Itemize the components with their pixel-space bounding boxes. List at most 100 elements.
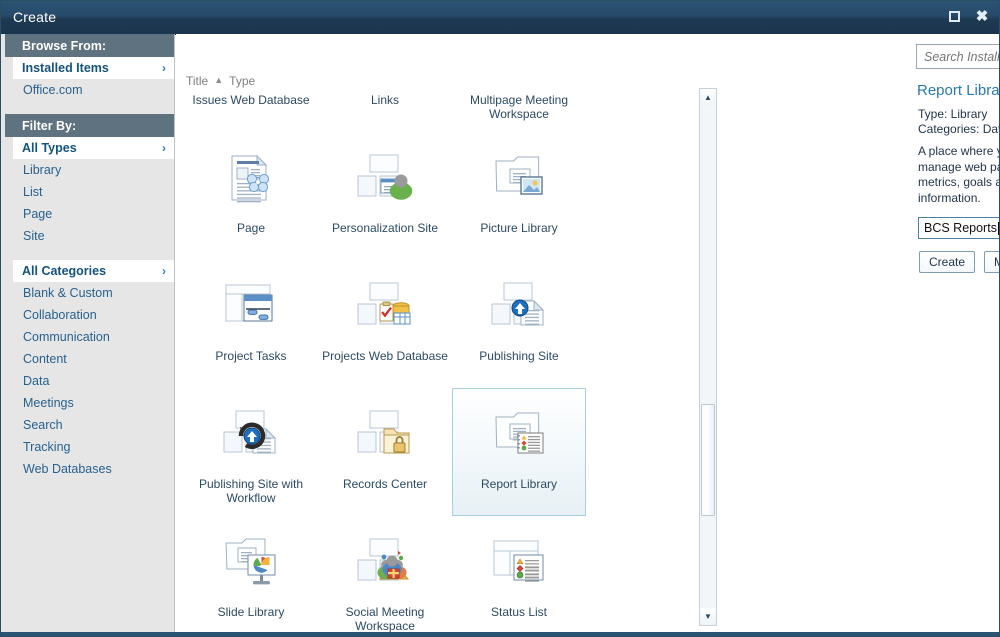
sidebar-item-label: Meetings <box>23 396 74 410</box>
search-box[interactable] <box>916 44 999 69</box>
template-tile-label: Links <box>370 93 399 107</box>
bottom-strip <box>1 632 999 636</box>
window-controls: ✖ <box>945 7 991 25</box>
details-type: Type: Library <box>918 107 988 121</box>
sort-by-title[interactable]: Title <box>186 74 208 88</box>
sidebar-item-label: Site <box>23 229 45 243</box>
sidebar-item-label: Page <box>23 207 53 221</box>
sidebar-item-blank-custom[interactable]: Blank & Custom <box>13 282 174 304</box>
template-tile-label: Multipage Meeting Workspace <box>469 93 569 121</box>
sidebar-item-label: Communication <box>23 330 110 344</box>
window-title: Create <box>13 9 57 25</box>
create-button[interactable]: Create <box>919 251 976 273</box>
sidebar-item-web-databases[interactable]: Web Databases <box>13 458 174 480</box>
scroll-up-arrow-icon[interactable]: ▲ <box>700 89 716 106</box>
sidebar-item-label: Collaboration <box>23 308 97 322</box>
project-tasks-icon <box>196 269 306 347</box>
sidebar-item-list[interactable]: List <box>13 181 174 203</box>
picture-library-icon <box>464 141 574 219</box>
template-tile-label: Picture Library <box>480 221 558 235</box>
template-tile-label: Slide Library <box>217 605 285 619</box>
sidebar-item-label: Content <box>23 352 67 366</box>
content-area: Title ▲ Type Issues Web Database Links Mul… <box>176 34 999 632</box>
close-button[interactable]: ✖ <box>973 7 991 25</box>
template-tile[interactable]: Report Library <box>452 388 586 516</box>
sidebar-item-page[interactable]: Page <box>13 203 174 225</box>
sidebar-item-label: Office.com <box>23 83 83 97</box>
template-grid: Issues Web Database Links Multipage Meetin… <box>184 92 694 632</box>
maximize-icon <box>948 10 960 22</box>
template-gallery: Issues Web Database Links Multipage Meetin… <box>176 92 696 632</box>
template-tile[interactable]: Issues Web Database <box>184 92 318 132</box>
personalization-site-icon <box>330 141 440 219</box>
template-tile[interactable]: Personalization Site <box>318 132 452 260</box>
template-tile-label: Personalization Site <box>331 221 439 235</box>
page-icon <box>196 141 306 219</box>
details-meta: Type: Library Categories: Data <box>918 107 1000 137</box>
sidebar-item-site[interactable]: Site <box>13 225 174 247</box>
close-icon: ✖ <box>975 7 989 25</box>
filter-by-header: Filter By: <box>5 114 174 137</box>
search-input[interactable] <box>917 46 999 67</box>
template-tile-label: Page <box>236 221 266 235</box>
sidebar-item-all-types[interactable]: All Types › <box>13 137 174 159</box>
sidebar-item-data[interactable]: Data <box>13 370 174 392</box>
sidebar-item-installed-items[interactable]: Installed Items › <box>13 57 174 79</box>
template-tile[interactable]: Links <box>318 92 452 132</box>
template-tile[interactable]: Publishing Site with Workflow <box>184 388 318 516</box>
name-field-value: BCS Reports <box>924 221 997 235</box>
template-tile[interactable]: Publishing Site <box>452 260 586 388</box>
sidebar-item-meetings[interactable]: Meetings <box>13 392 174 414</box>
sidebar-item-label: Tracking <box>23 440 71 454</box>
template-tile[interactable]: Multipage Meeting Workspace <box>452 92 586 132</box>
sidebar-item-all-categories[interactable]: All Categories › <box>13 260 174 282</box>
records-center-icon <box>330 397 440 475</box>
sidebar-item-label: Library <box>23 163 62 177</box>
sidebar-item-label: Web Databases <box>23 462 112 476</box>
sidebar-item-tracking[interactable]: Tracking <box>13 436 174 458</box>
chevron-right-icon: › <box>162 264 166 278</box>
template-tile[interactable]: Social Meeting Workspace <box>318 516 452 632</box>
template-tile[interactable]: Slide Library <box>184 516 318 632</box>
gallery-scrollbar[interactable]: ▲ ▼ <box>699 88 717 626</box>
scrollbar-thumb[interactable] <box>701 404 715 516</box>
publishing-site-with-workflow-icon <box>196 397 306 475</box>
template-tile[interactable]: Status List <box>452 516 586 632</box>
sidebar-item-label: List <box>23 185 43 199</box>
report-library-icon <box>464 397 574 475</box>
template-tile-label: Issues Web Database <box>192 93 310 107</box>
template-tile[interactable]: Picture Library <box>452 132 586 260</box>
sidebar-item-library[interactable]: Library <box>13 159 174 181</box>
sidebar-item-label: Search <box>23 418 63 432</box>
details-categories: Categories: Data <box>918 122 1000 136</box>
scroll-down-arrow-icon[interactable]: ▼ <box>700 608 716 625</box>
sidebar-item-label: Blank & Custom <box>23 286 113 300</box>
template-tile[interactable]: Projects Web Database <box>318 260 452 388</box>
sidebar-item-content[interactable]: Content <box>13 348 174 370</box>
template-tile-label: Publishing Site <box>479 349 559 363</box>
more-options-button[interactable]: More Options <box>984 251 999 273</box>
chevron-right-icon: › <box>162 141 166 155</box>
sidebar-item-office-com[interactable]: Office.com <box>13 79 174 101</box>
sort-bar: Title ▲ Type <box>186 74 255 88</box>
publishing-site-icon <box>464 269 574 347</box>
template-tile-label: Status List <box>490 605 548 619</box>
sort-by-type[interactable]: Type <box>229 74 255 88</box>
sidebar-item-collaboration[interactable]: Collaboration <box>13 304 174 326</box>
template-tile-label: Publishing Site with Workflow <box>198 477 304 505</box>
template-tile[interactable]: Records Center <box>318 388 452 516</box>
template-tile[interactable]: Page <box>184 132 318 260</box>
sidebar-item-search[interactable]: Search <box>13 414 174 436</box>
template-tile-label: Report Library <box>480 477 558 491</box>
maximize-button[interactable] <box>945 7 963 25</box>
status-list-icon <box>464 525 574 603</box>
sidebar-item-communication[interactable]: Communication <box>13 326 174 348</box>
create-dialog: Create ✖ Browse From: Installed Items › … <box>0 0 1000 637</box>
social-meeting-workspace-icon <box>330 525 440 603</box>
name-field[interactable]: BCS Reports <box>918 217 999 239</box>
sort-ascending-icon: ▲ <box>214 75 224 85</box>
template-tile[interactable]: Project Tasks <box>184 260 318 388</box>
sidebar-item-label: All Categories <box>22 264 107 278</box>
projects-web-database-icon <box>330 269 440 347</box>
